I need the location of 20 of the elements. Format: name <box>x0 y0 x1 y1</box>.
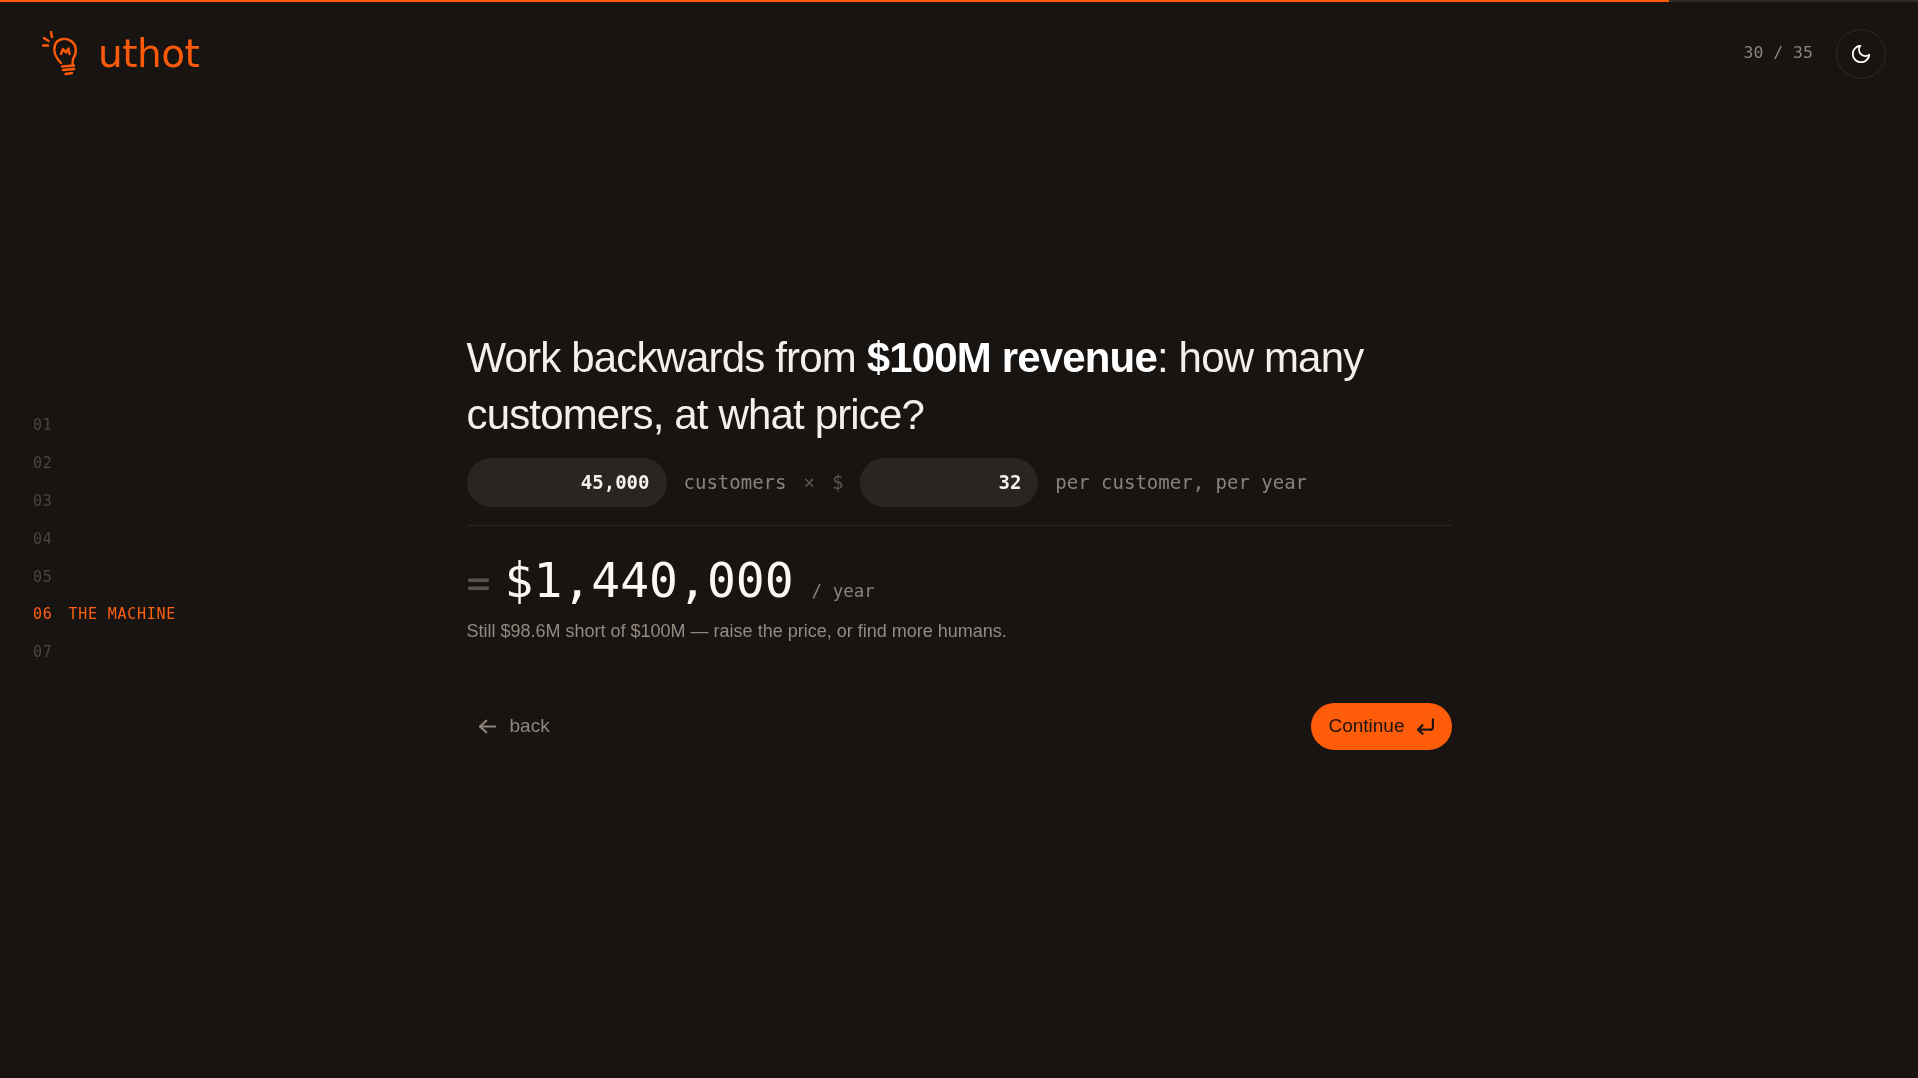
equals-sign: = <box>466 558 491 608</box>
question-heading: Work backwards from $100M revenue: how many customers, at what price? <box>466 332 1365 440</box>
continue-button[interactable]: Continue <box>1311 702 1452 750</box>
arrow-left-icon <box>478 717 496 735</box>
unit-label: per customer, per year <box>1055 469 1308 495</box>
number-field[interactable]: 45,000 <box>466 457 667 507</box>
back-button[interactable]: back <box>466 702 562 750</box>
equation-symbol: × <box>803 469 815 495</box>
moon-icon <box>1852 44 1870 63</box>
number-field[interactable]: 32 <box>860 457 1039 507</box>
slide-counter: 30 / 35 <box>1743 42 1813 65</box>
unit-label: customers <box>683 469 787 495</box>
brand-logo[interactable]: uthot <box>42 30 200 77</box>
revenue-total: $1,440,000 <box>504 551 794 608</box>
section-link[interactable]: 06 THE MACHINE <box>33 595 177 634</box>
equation-symbol: $ <box>831 469 844 495</box>
lightbulb-icon <box>42 30 80 77</box>
return-arrow-icon <box>1416 717 1434 735</box>
unit-label: / year <box>811 579 875 603</box>
shortfall-note: Still $98.6M short of $100M — raise the price, or find more humans. <box>466 619 1008 643</box>
